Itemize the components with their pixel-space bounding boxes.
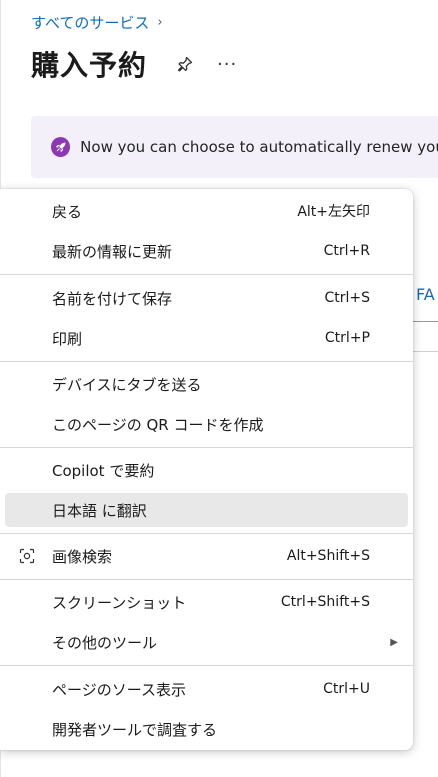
divider: [410, 321, 438, 322]
visual-search-icon: [19, 548, 35, 564]
faq-tab-link[interactable]: FA: [416, 285, 435, 304]
menu-item-shortcut: Ctrl+R: [323, 243, 370, 259]
menu-item-shortcut: Ctrl+U: [323, 681, 370, 697]
submenu-arrow-icon: ▶: [390, 636, 398, 648]
menu-item-label: このページの QR コードを作成: [52, 415, 264, 434]
menu-item-label: その他のツール: [52, 633, 158, 652]
menu-item-translate-japanese[interactable]: 日本語 に翻訳: [5, 493, 408, 527]
menu-item-save-as[interactable]: 名前を付けて保存 Ctrl+S: [5, 281, 408, 315]
menu-item-label: 画像検索: [52, 547, 113, 566]
title-row: 購入予約 ···: [31, 44, 237, 84]
page-title: 購入予約: [31, 49, 148, 82]
portal-page: すべてのサービス › 購入予約 ··· Now you can choose t…: [0, 0, 438, 777]
menu-item-label: Copilot で要約: [52, 461, 155, 480]
info-banner: Now you can choose to automatically rene…: [31, 116, 438, 178]
menu-separator: [0, 665, 413, 666]
menu-item-label: スクリーンショット: [52, 593, 187, 612]
pin-icon[interactable]: [175, 54, 195, 74]
menu-item-shortcut: Alt+左矢印: [297, 204, 370, 220]
breadcrumb-all-services-link[interactable]: すべてのサービス: [31, 12, 149, 33]
menu-item-refresh[interactable]: 最新の情報に更新 Ctrl+R: [5, 234, 408, 268]
menu-item-shortcut: Ctrl+P: [324, 330, 370, 346]
menu-separator: [0, 361, 413, 362]
menu-item-copilot-summarize[interactable]: Copilot で要約: [5, 453, 408, 487]
menu-item-back[interactable]: 戻る Alt+左矢印: [5, 194, 408, 228]
context-menu: 戻る Alt+左矢印 最新の情報に更新 Ctrl+R 名前を付けて保存 Ctrl…: [0, 189, 413, 750]
menu-item-image-search[interactable]: 画像検索 Alt+Shift+S: [5, 539, 408, 573]
menu-item-label: 戻る: [52, 202, 83, 221]
menu-item-label: 名前を付けて保存: [52, 289, 173, 308]
menu-item-view-source[interactable]: ページのソース表示 Ctrl+U: [5, 672, 408, 706]
banner-text: Now you can choose to automatically rene…: [80, 138, 438, 156]
menu-item-screenshot[interactable]: スクリーンショット Ctrl+Shift+S: [5, 585, 408, 619]
menu-item-shortcut: Ctrl+Shift+S: [280, 594, 370, 610]
menu-item-label: 最新の情報に更新: [52, 242, 173, 261]
menu-item-label: 日本語 に翻訳: [52, 501, 147, 520]
menu-item-shortcut: Ctrl+S: [324, 290, 370, 306]
menu-separator: [0, 533, 413, 534]
more-options-icon[interactable]: ···: [217, 54, 237, 75]
menu-item-inspect[interactable]: 開発者ツールで調査する: [5, 712, 408, 746]
menu-item-label: デバイスにタブを送る: [52, 375, 202, 394]
rocket-icon: [51, 137, 71, 157]
menu-item-label: ページのソース表示: [52, 680, 186, 699]
menu-item-create-qr-code[interactable]: このページの QR コードを作成: [5, 407, 408, 441]
menu-item-label: 開発者ツールで調査する: [52, 720, 218, 739]
breadcrumb: すべてのサービス ›: [31, 12, 163, 33]
menu-item-print[interactable]: 印刷 Ctrl+P: [5, 321, 408, 355]
menu-separator: [0, 579, 413, 580]
chevron-right-icon: ›: [157, 15, 163, 30]
menu-item-label: 印刷: [52, 329, 83, 348]
menu-item-send-tab-to-devices[interactable]: デバイスにタブを送る: [5, 367, 408, 401]
menu-item-shortcut: Alt+Shift+S: [286, 548, 370, 564]
divider: [410, 351, 438, 352]
menu-separator: [0, 274, 413, 275]
menu-separator: [0, 447, 413, 448]
menu-item-more-tools[interactable]: その他のツール ▶: [5, 625, 408, 659]
